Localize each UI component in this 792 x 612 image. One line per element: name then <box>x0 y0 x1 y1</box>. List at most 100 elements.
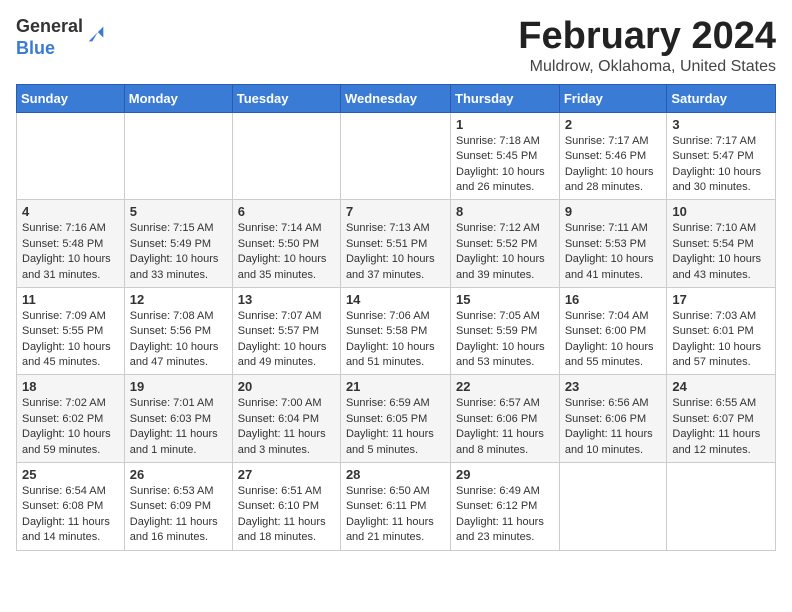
calendar-day-header: Tuesday <box>232 84 340 112</box>
calendar-cell: 17Sunrise: 7:03 AM Sunset: 6:01 PM Dayli… <box>667 287 776 375</box>
day-number: 14 <box>346 292 445 307</box>
day-number: 3 <box>672 117 770 132</box>
calendar-cell: 5Sunrise: 7:15 AM Sunset: 5:49 PM Daylig… <box>124 200 232 288</box>
day-info: Sunrise: 7:09 AM Sunset: 5:55 PM Dayligh… <box>22 309 119 371</box>
day-number: 9 <box>565 204 662 219</box>
calendar-cell: 14 Sunrise: 7:06 AM Sunset: 5:58 PM Dayli… <box>340 287 450 375</box>
location-title: Muldrow, Oklahoma, United States <box>518 58 776 76</box>
calendar-header-row: SundayMondayTuesdayWednesdayThursdayFrid… <box>17 84 776 112</box>
day-number: 18 <box>22 379 119 394</box>
day-info: Sunrise: 6:55 AM Sunset: 6:07 PM Dayligh… <box>672 396 770 458</box>
calendar-week-row: 1 Sunrise: 7:18 AM Sunset: 5:45 PM Daylig… <box>17 112 776 200</box>
calendar-cell: 25 Sunrise: 6:54 AM Sunset: 6:08 PM Dayli… <box>17 463 125 551</box>
day-number: 21 <box>346 379 445 394</box>
day-info: Sunrise: 7:12 AM Sunset: 5:52 PM Dayligh… <box>456 221 554 283</box>
day-number: 17 <box>672 292 770 307</box>
day-number: 15 <box>456 292 554 307</box>
day-number: 16 <box>565 292 662 307</box>
day-number: 23 <box>565 379 662 394</box>
day-info: Sunrise: 7:10 AM Sunset: 5:54 PM Dayligh… <box>672 221 770 283</box>
day-info: Sunrise: 7:16 AM Sunset: 5:48 PM Dayligh… <box>22 221 119 283</box>
day-number: 6 <box>238 204 335 219</box>
calendar-cell: 15 Sunrise: 7:05 AM Sunset: 5:59 PM Dayli… <box>451 287 560 375</box>
day-number: 29 <box>456 467 554 482</box>
calendar-cell: 6Sunrise: 7:14 AM Sunset: 5:50 PM Daylig… <box>232 200 340 288</box>
calendar-week-row: 18 Sunrise: 7:02 AM Sunset: 6:02 PM Dayli… <box>17 375 776 463</box>
day-number: 4 <box>22 204 119 219</box>
logo-blue: Blue <box>16 38 83 60</box>
day-info: Sunrise: 7:15 AM Sunset: 5:49 PM Dayligh… <box>130 221 227 283</box>
calendar-cell: 16 Sunrise: 7:04 AM Sunset: 6:00 PM Dayli… <box>559 287 667 375</box>
day-info: Sunrise: 7:04 AM Sunset: 6:00 PM Dayligh… <box>565 309 662 371</box>
calendar-cell: 21 Sunrise: 6:59 AM Sunset: 6:05 PM Dayli… <box>340 375 450 463</box>
day-info: Sunrise: 7:00 AM Sunset: 6:04 PM Dayligh… <box>238 396 335 458</box>
day-number: 25 <box>22 467 119 482</box>
calendar-day-header: Wednesday <box>340 84 450 112</box>
calendar-cell: 24 Sunrise: 6:55 AM Sunset: 6:07 PM Dayli… <box>667 375 776 463</box>
day-info: Sunrise: 7:18 AM Sunset: 5:45 PM Dayligh… <box>456 134 554 196</box>
day-number: 12 <box>130 292 227 307</box>
calendar-cell: 3 Sunrise: 7:17 AM Sunset: 5:47 PM Daylig… <box>667 112 776 200</box>
calendar-cell: 19Sunrise: 7:01 AM Sunset: 6:03 PM Dayli… <box>124 375 232 463</box>
calendar-cell: 20 Sunrise: 7:00 AM Sunset: 6:04 PM Dayli… <box>232 375 340 463</box>
calendar-cell: 13 Sunrise: 7:07 AM Sunset: 5:57 PM Dayli… <box>232 287 340 375</box>
calendar-table: SundayMondayTuesdayWednesdayThursdayFrid… <box>16 84 776 551</box>
calendar-day-header: Sunday <box>17 84 125 112</box>
calendar-cell: 2Sunrise: 7:17 AM Sunset: 5:46 PM Daylig… <box>559 112 667 200</box>
calendar-cell: 10 Sunrise: 7:10 AM Sunset: 5:54 PM Dayli… <box>667 200 776 288</box>
calendar-day-header: Monday <box>124 84 232 112</box>
calendar-day-header: Friday <box>559 84 667 112</box>
day-number: 7 <box>346 204 445 219</box>
day-number: 27 <box>238 467 335 482</box>
calendar-cell <box>17 112 125 200</box>
day-number: 24 <box>672 379 770 394</box>
day-info: Sunrise: 7:17 AM Sunset: 5:47 PM Dayligh… <box>672 134 770 196</box>
day-info: Sunrise: 6:54 AM Sunset: 6:08 PM Dayligh… <box>22 484 119 546</box>
day-info: Sunrise: 7:13 AM Sunset: 5:51 PM Dayligh… <box>346 221 445 283</box>
month-title: February 2024 <box>518 16 776 58</box>
calendar-week-row: 25 Sunrise: 6:54 AM Sunset: 6:08 PM Dayli… <box>17 463 776 551</box>
day-info: Sunrise: 7:07 AM Sunset: 5:57 PM Dayligh… <box>238 309 335 371</box>
logo-text: General Blue <box>16 16 83 59</box>
calendar-cell: 26 Sunrise: 6:53 AM Sunset: 6:09 PM Dayli… <box>124 463 232 551</box>
title-section: February 2024 Muldrow, Oklahoma, United … <box>518 16 776 76</box>
day-info: Sunrise: 6:53 AM Sunset: 6:09 PM Dayligh… <box>130 484 227 546</box>
day-number: 10 <box>672 204 770 219</box>
calendar-cell: 9 Sunrise: 7:11 AM Sunset: 5:53 PM Daylig… <box>559 200 667 288</box>
day-number: 22 <box>456 379 554 394</box>
calendar-day-header: Saturday <box>667 84 776 112</box>
logo-arrow-icon <box>85 23 107 45</box>
day-info: Sunrise: 6:57 AM Sunset: 6:06 PM Dayligh… <box>456 396 554 458</box>
day-info: Sunrise: 7:08 AM Sunset: 5:56 PM Dayligh… <box>130 309 227 371</box>
calendar-cell: 8Sunrise: 7:12 AM Sunset: 5:52 PM Daylig… <box>451 200 560 288</box>
day-info: Sunrise: 7:02 AM Sunset: 6:02 PM Dayligh… <box>22 396 119 458</box>
day-number: 26 <box>130 467 227 482</box>
calendar-cell: 27Sunrise: 6:51 AM Sunset: 6:10 PM Dayli… <box>232 463 340 551</box>
page-header: General Blue February 2024 Muldrow, Okla… <box>16 16 776 76</box>
calendar-cell: 28 Sunrise: 6:50 AM Sunset: 6:11 PM Dayli… <box>340 463 450 551</box>
day-info: Sunrise: 7:06 AM Sunset: 5:58 PM Dayligh… <box>346 309 445 371</box>
calendar-week-row: 11Sunrise: 7:09 AM Sunset: 5:55 PM Dayli… <box>17 287 776 375</box>
logo-general: General <box>16 16 83 38</box>
day-info: Sunrise: 7:11 AM Sunset: 5:53 PM Dayligh… <box>565 221 662 283</box>
day-number: 13 <box>238 292 335 307</box>
calendar-cell: 4 Sunrise: 7:16 AM Sunset: 5:48 PM Daylig… <box>17 200 125 288</box>
day-info: Sunrise: 7:05 AM Sunset: 5:59 PM Dayligh… <box>456 309 554 371</box>
day-number: 1 <box>456 117 554 132</box>
day-info: Sunrise: 6:50 AM Sunset: 6:11 PM Dayligh… <box>346 484 445 546</box>
calendar-cell: 22 Sunrise: 6:57 AM Sunset: 6:06 PM Dayli… <box>451 375 560 463</box>
day-number: 28 <box>346 467 445 482</box>
day-number: 19 <box>130 379 227 394</box>
calendar-cell: 1 Sunrise: 7:18 AM Sunset: 5:45 PM Daylig… <box>451 112 560 200</box>
calendar-cell: 11Sunrise: 7:09 AM Sunset: 5:55 PM Dayli… <box>17 287 125 375</box>
day-info: Sunrise: 6:59 AM Sunset: 6:05 PM Dayligh… <box>346 396 445 458</box>
day-info: Sunrise: 6:49 AM Sunset: 6:12 PM Dayligh… <box>456 484 554 546</box>
day-number: 20 <box>238 379 335 394</box>
calendar-cell: 12 Sunrise: 7:08 AM Sunset: 5:56 PM Dayli… <box>124 287 232 375</box>
calendar-cell <box>559 463 667 551</box>
logo: General Blue <box>16 16 107 59</box>
day-number: 2 <box>565 117 662 132</box>
calendar-day-header: Thursday <box>451 84 560 112</box>
calendar-cell <box>340 112 450 200</box>
calendar-week-row: 4 Sunrise: 7:16 AM Sunset: 5:48 PM Daylig… <box>17 200 776 288</box>
